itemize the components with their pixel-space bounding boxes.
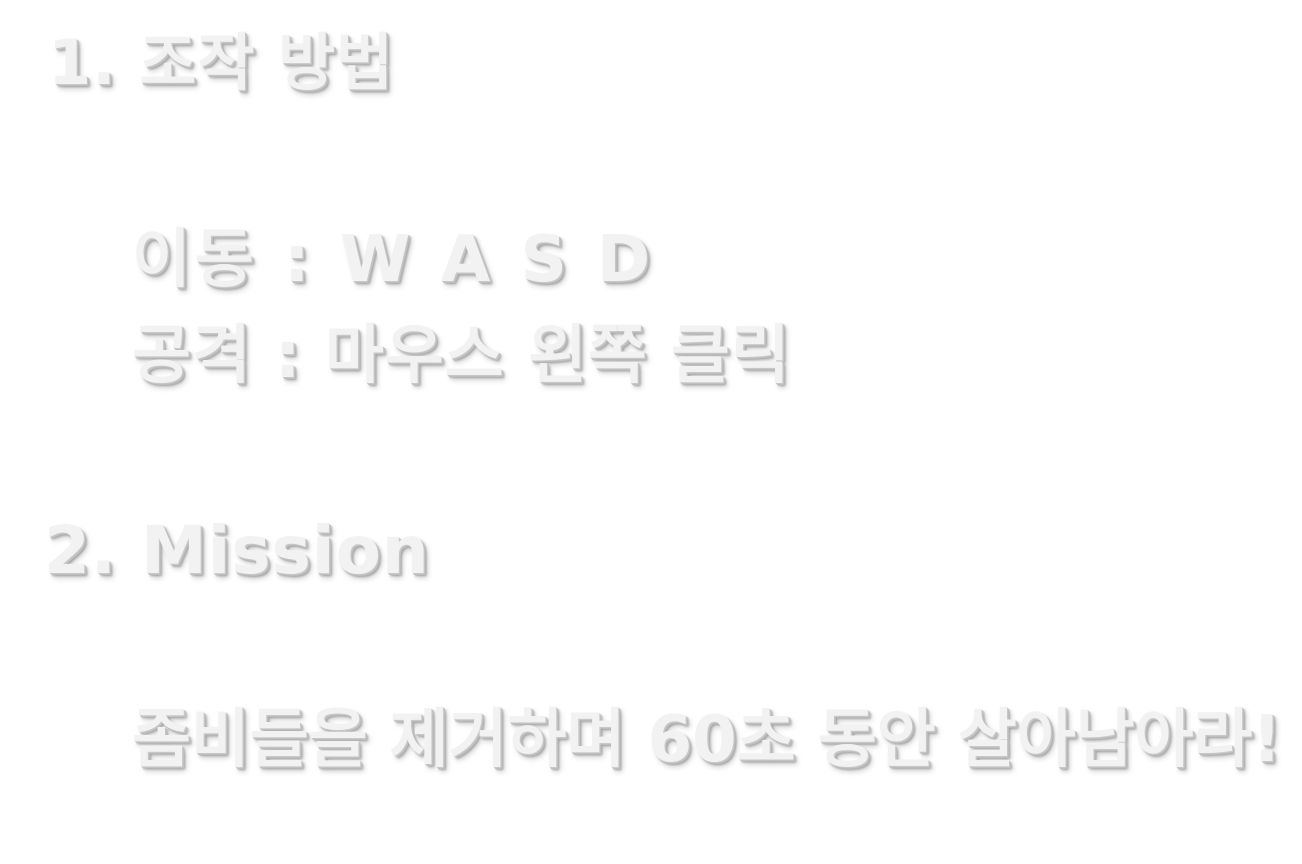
controls-heading: 1. 조작 방법 — [48, 26, 395, 99]
instructions-screen: 1. 조작 방법 이동 : W A S D 공격 : 마우스 왼쪽 클릭 2. … — [0, 0, 1302, 864]
mission-description: 좀비들을 제거하며 60초 동안 살아남아라! — [132, 703, 1282, 777]
mission-heading: 2. Mission — [44, 512, 430, 589]
move-instruction: 이동 : W A S D — [132, 223, 655, 297]
attack-instruction: 공격 : 마우스 왼쪽 클릭 — [132, 319, 791, 393]
